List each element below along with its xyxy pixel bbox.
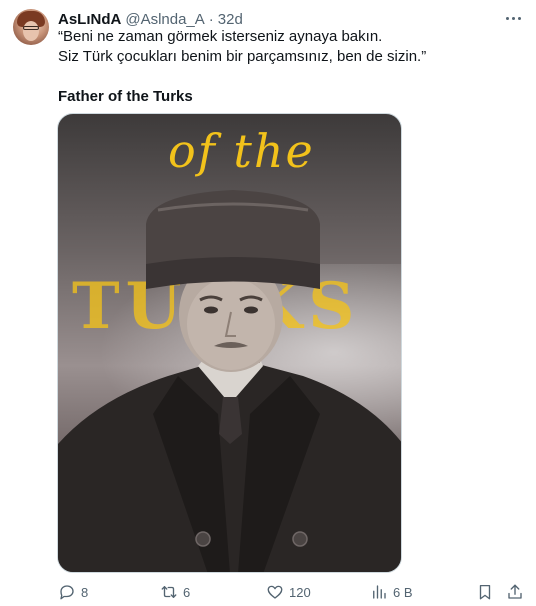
like-icon xyxy=(267,585,283,599)
display-name[interactable]: AsLıNdA xyxy=(58,11,121,28)
tweet-header: AsLıNdA @Aslnda_A · 32d xyxy=(58,9,243,29)
avatar-glasses xyxy=(23,26,39,30)
avatar[interactable] xyxy=(13,9,49,45)
repost-button[interactable]: 6 xyxy=(160,582,190,602)
bookmark-icon xyxy=(479,584,491,600)
more-icon[interactable] xyxy=(498,8,528,28)
repost-icon xyxy=(161,586,177,598)
repost-count: 6 xyxy=(183,584,191,600)
reply-count: 8 xyxy=(81,584,89,600)
views-icon xyxy=(373,585,386,599)
reply-button[interactable]: 8 xyxy=(58,582,88,602)
views-button[interactable]: 6 B xyxy=(370,582,413,602)
share-icon xyxy=(508,584,522,599)
user-handle[interactable]: @Aslnda_A xyxy=(125,11,204,28)
timestamp[interactable]: 32d xyxy=(218,11,243,28)
share-button[interactable] xyxy=(506,582,529,602)
tweet-subtitle: Father of the Turks xyxy=(58,88,193,105)
portrait-figure xyxy=(58,190,401,572)
tweet-text-line: Siz Türk çocukları benim bir parçamsınız… xyxy=(58,48,427,65)
tweet-image[interactable]: of the TURKS xyxy=(57,113,402,573)
tweet-actions: 8 6 120 6 B xyxy=(58,582,528,602)
tweet-text: “Beni ne zaman görmek isterseniz aynaya … xyxy=(58,27,498,107)
bookmark-button[interactable] xyxy=(476,582,499,602)
like-button[interactable]: 120 xyxy=(266,582,311,602)
tweet-text-line: “Beni ne zaman görmek isterseniz aynaya … xyxy=(58,28,383,45)
views-count: 6 B xyxy=(393,584,413,600)
reply-icon xyxy=(60,585,74,600)
like-count: 120 xyxy=(289,584,311,600)
tweet[interactable]: AsLıNdA @Aslnda_A · 32d “Beni ne zaman g… xyxy=(0,0,536,606)
avatar-face xyxy=(23,21,39,41)
separator-dot: · xyxy=(208,10,214,28)
